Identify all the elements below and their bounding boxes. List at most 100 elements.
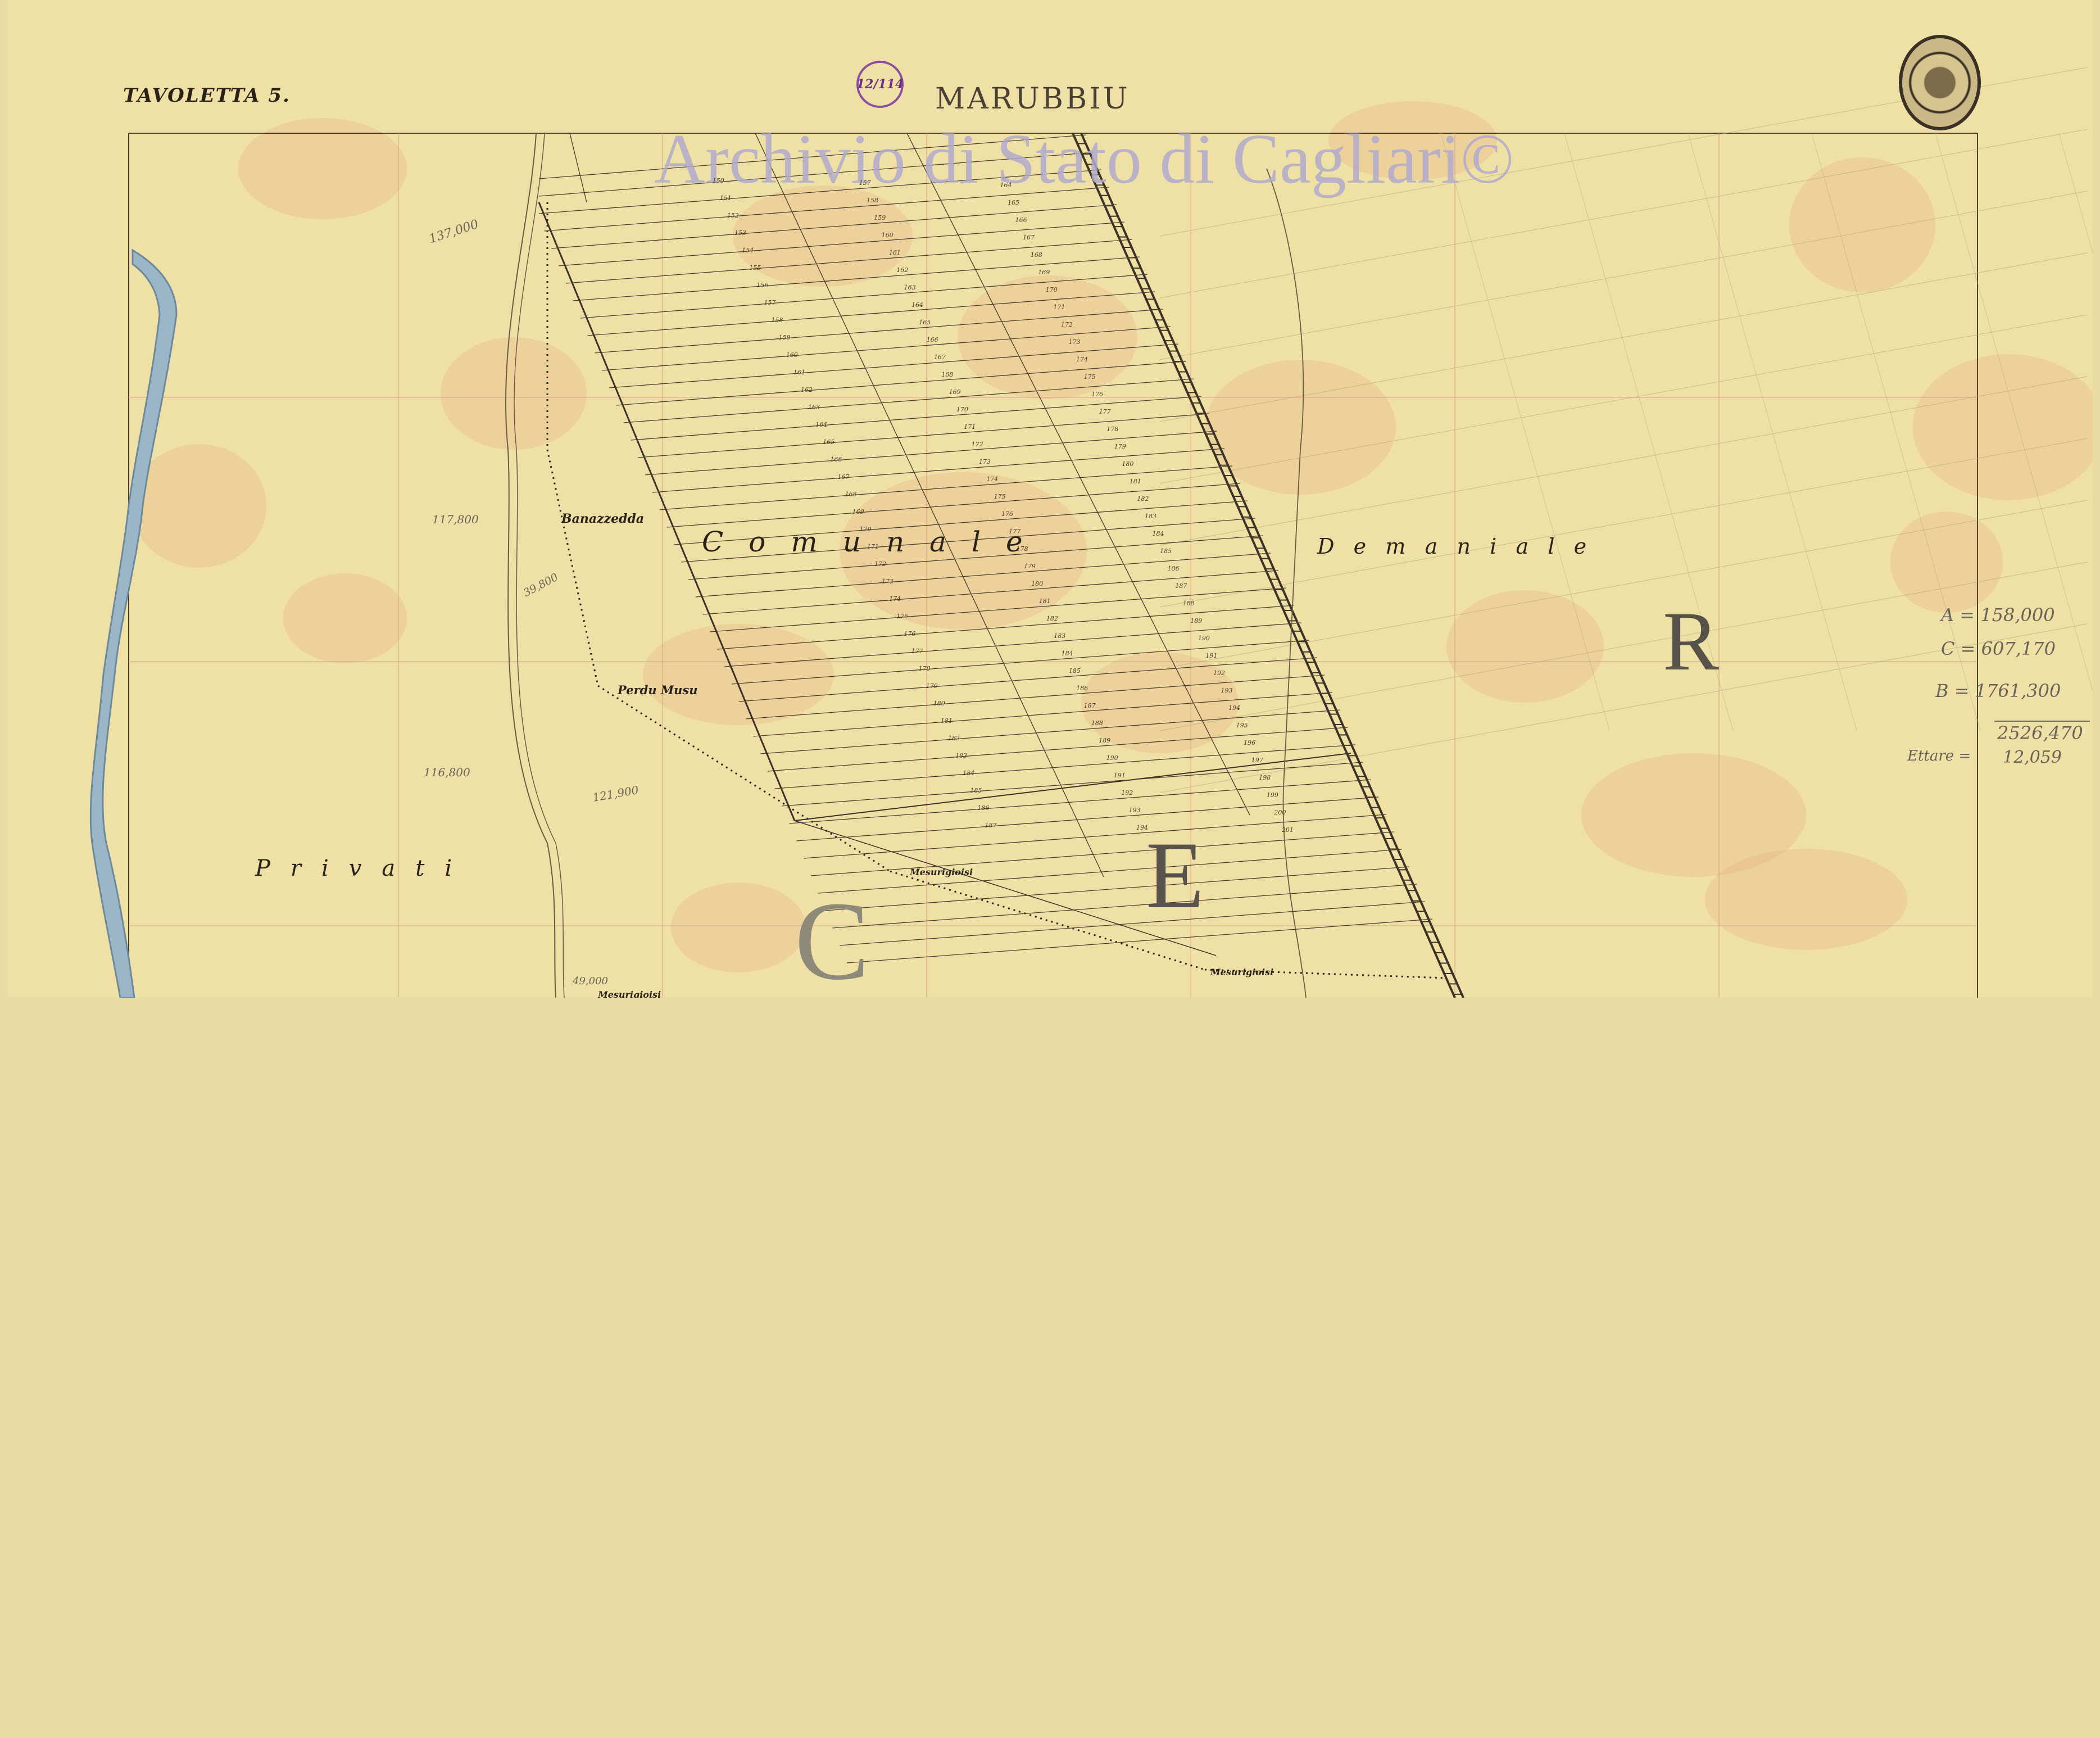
stream-left <box>505 133 556 998</box>
parcel-number: 179 <box>1023 563 1036 570</box>
map-title: MARUBBIU <box>935 82 1130 116</box>
area-note-total: 2526,470 <box>1997 722 2083 744</box>
area-note-b: B = 1761,300 <box>1935 680 2061 701</box>
parcel-number: 166 <box>830 456 842 463</box>
stain-4 <box>1205 360 1396 495</box>
region-privati: Privati <box>255 856 473 881</box>
measurement-3: 116,800 <box>424 766 470 779</box>
parcel-number: 178 <box>918 665 931 672</box>
area-note-a: A = 158,000 <box>1941 604 2055 626</box>
parcel-number: 188 <box>1091 719 1103 727</box>
parcel-number: 179 <box>926 682 938 690</box>
area-note-ettari-label: Ettare = <box>1907 748 1971 764</box>
zone-letter-c: C <box>795 879 870 998</box>
parcel-strip-39 <box>804 814 1386 859</box>
parcel-number: 174 <box>986 476 999 483</box>
parcel-number: 169 <box>1038 269 1050 276</box>
area-note-c: C = 607,170 <box>1941 638 2056 659</box>
map-sheet: TAVOLETTA 5. 12/114 MARUBBIU Archivio di… <box>8 0 2093 998</box>
parcel-number: 172 <box>874 560 886 568</box>
parcel-number: 172 <box>971 441 983 448</box>
parcel-number: 186 <box>1076 685 1088 692</box>
parcel-number: 175 <box>1083 373 1096 381</box>
parcel-number: 185 <box>1068 667 1081 675</box>
parcel-number: 184 <box>963 770 975 777</box>
zone-letter-e: E <box>1146 822 1204 928</box>
parcel-number: 195 <box>1236 722 1248 729</box>
stain-15 <box>131 444 266 568</box>
parcel-number: 178 <box>1106 426 1119 433</box>
parcel-number: 187 <box>1083 702 1096 709</box>
parcel-number: 173 <box>882 578 894 585</box>
parcel-number: 190 <box>1106 754 1118 762</box>
stain-9 <box>958 275 1137 399</box>
parcel-number: 164 <box>911 301 923 309</box>
placename-perdu-musu: Perdu Musu <box>618 683 698 697</box>
stain-7 <box>1913 354 2093 500</box>
stain-14 <box>671 882 806 972</box>
parcel-number: 184 <box>1061 650 1073 657</box>
parcel-number: 201 <box>1281 826 1294 834</box>
parcel-number: 161 <box>793 369 805 376</box>
parcel-number: 182 <box>948 735 960 742</box>
parcel-number: 156 <box>756 282 769 289</box>
parcel-number: 168 <box>1030 251 1042 259</box>
parcel-number: 192 <box>1213 669 1225 677</box>
placename-mesurigioisi-1: Mesurigioisi <box>910 867 973 877</box>
zone-letter-r: R <box>1663 595 1720 688</box>
parcel-strip-38 <box>796 796 1379 841</box>
parcel-number: 170 <box>859 526 872 533</box>
parcel-number: 183 <box>955 752 968 759</box>
parcel-number: 163 <box>808 404 820 411</box>
railway-rail-2 <box>1080 133 1464 998</box>
parcel-number: 152 <box>727 212 739 219</box>
parcel-number: 194 <box>1228 704 1241 712</box>
parcel-number: 158 <box>771 316 783 324</box>
parcel-strip-32 <box>753 692 1332 737</box>
parcel-strip-36 <box>782 762 1363 807</box>
parcel-number: 172 <box>1060 321 1073 328</box>
parcel-number: 189 <box>1099 737 1111 744</box>
parcel-number: 170 <box>956 406 968 413</box>
parcel-number: 164 <box>1000 182 1012 189</box>
parcel-number: 166 <box>1015 216 1027 224</box>
parcel-number: 177 <box>911 648 923 655</box>
parcel-number: 158 <box>866 197 878 204</box>
parcel-number: 171 <box>964 423 976 431</box>
parcel-number: 191 <box>1205 652 1218 659</box>
parcel-number: 163 <box>904 284 916 291</box>
parcel-number: 169 <box>949 388 961 396</box>
parcel-number: 179 <box>1114 443 1126 450</box>
measurement-6: 49,000 <box>573 975 608 987</box>
stain-2 <box>643 624 834 725</box>
parcel-number: 154 <box>742 247 754 254</box>
parcel-strip-33 <box>760 709 1340 754</box>
parcel-number: 160 <box>881 232 893 239</box>
parcel-strip-44 <box>840 901 1425 946</box>
parcel-number: 165 <box>1008 199 1020 206</box>
parcel-number: 167 <box>933 354 946 361</box>
faint-line-2 <box>1159 191 2088 360</box>
parcel-number: 192 <box>1121 789 1133 796</box>
dotted-road-2 <box>546 449 599 686</box>
measurement-2: 117,800 <box>432 513 479 526</box>
parcel-number: 175 <box>896 613 909 620</box>
parcel-number: 199 <box>1266 791 1278 799</box>
area-note-ettari: 12,059 <box>2003 748 2062 767</box>
parcel-number: 161 <box>888 249 901 256</box>
parcel-number: 198 <box>1259 774 1271 781</box>
parcel-strip-35 <box>774 744 1356 789</box>
placename-banazzedda: Banazzedda <box>561 512 645 526</box>
parcel-number: 151 <box>719 194 732 202</box>
parcel-number: 193 <box>1221 687 1233 694</box>
tavoletta-label: TAVOLETTA 5. <box>123 84 291 107</box>
parcel-number: 176 <box>1001 510 1013 518</box>
parcel-number: 181 <box>1129 478 1141 485</box>
parcel-number: 191 <box>1113 772 1126 779</box>
parcel-number: 197 <box>1251 757 1263 764</box>
parcel-number: 188 <box>1182 600 1195 607</box>
parcel-number: 160 <box>786 351 798 359</box>
parcel-long-3 <box>569 133 587 203</box>
stain-8 <box>441 337 587 450</box>
parcel-number: 196 <box>1244 739 1256 746</box>
